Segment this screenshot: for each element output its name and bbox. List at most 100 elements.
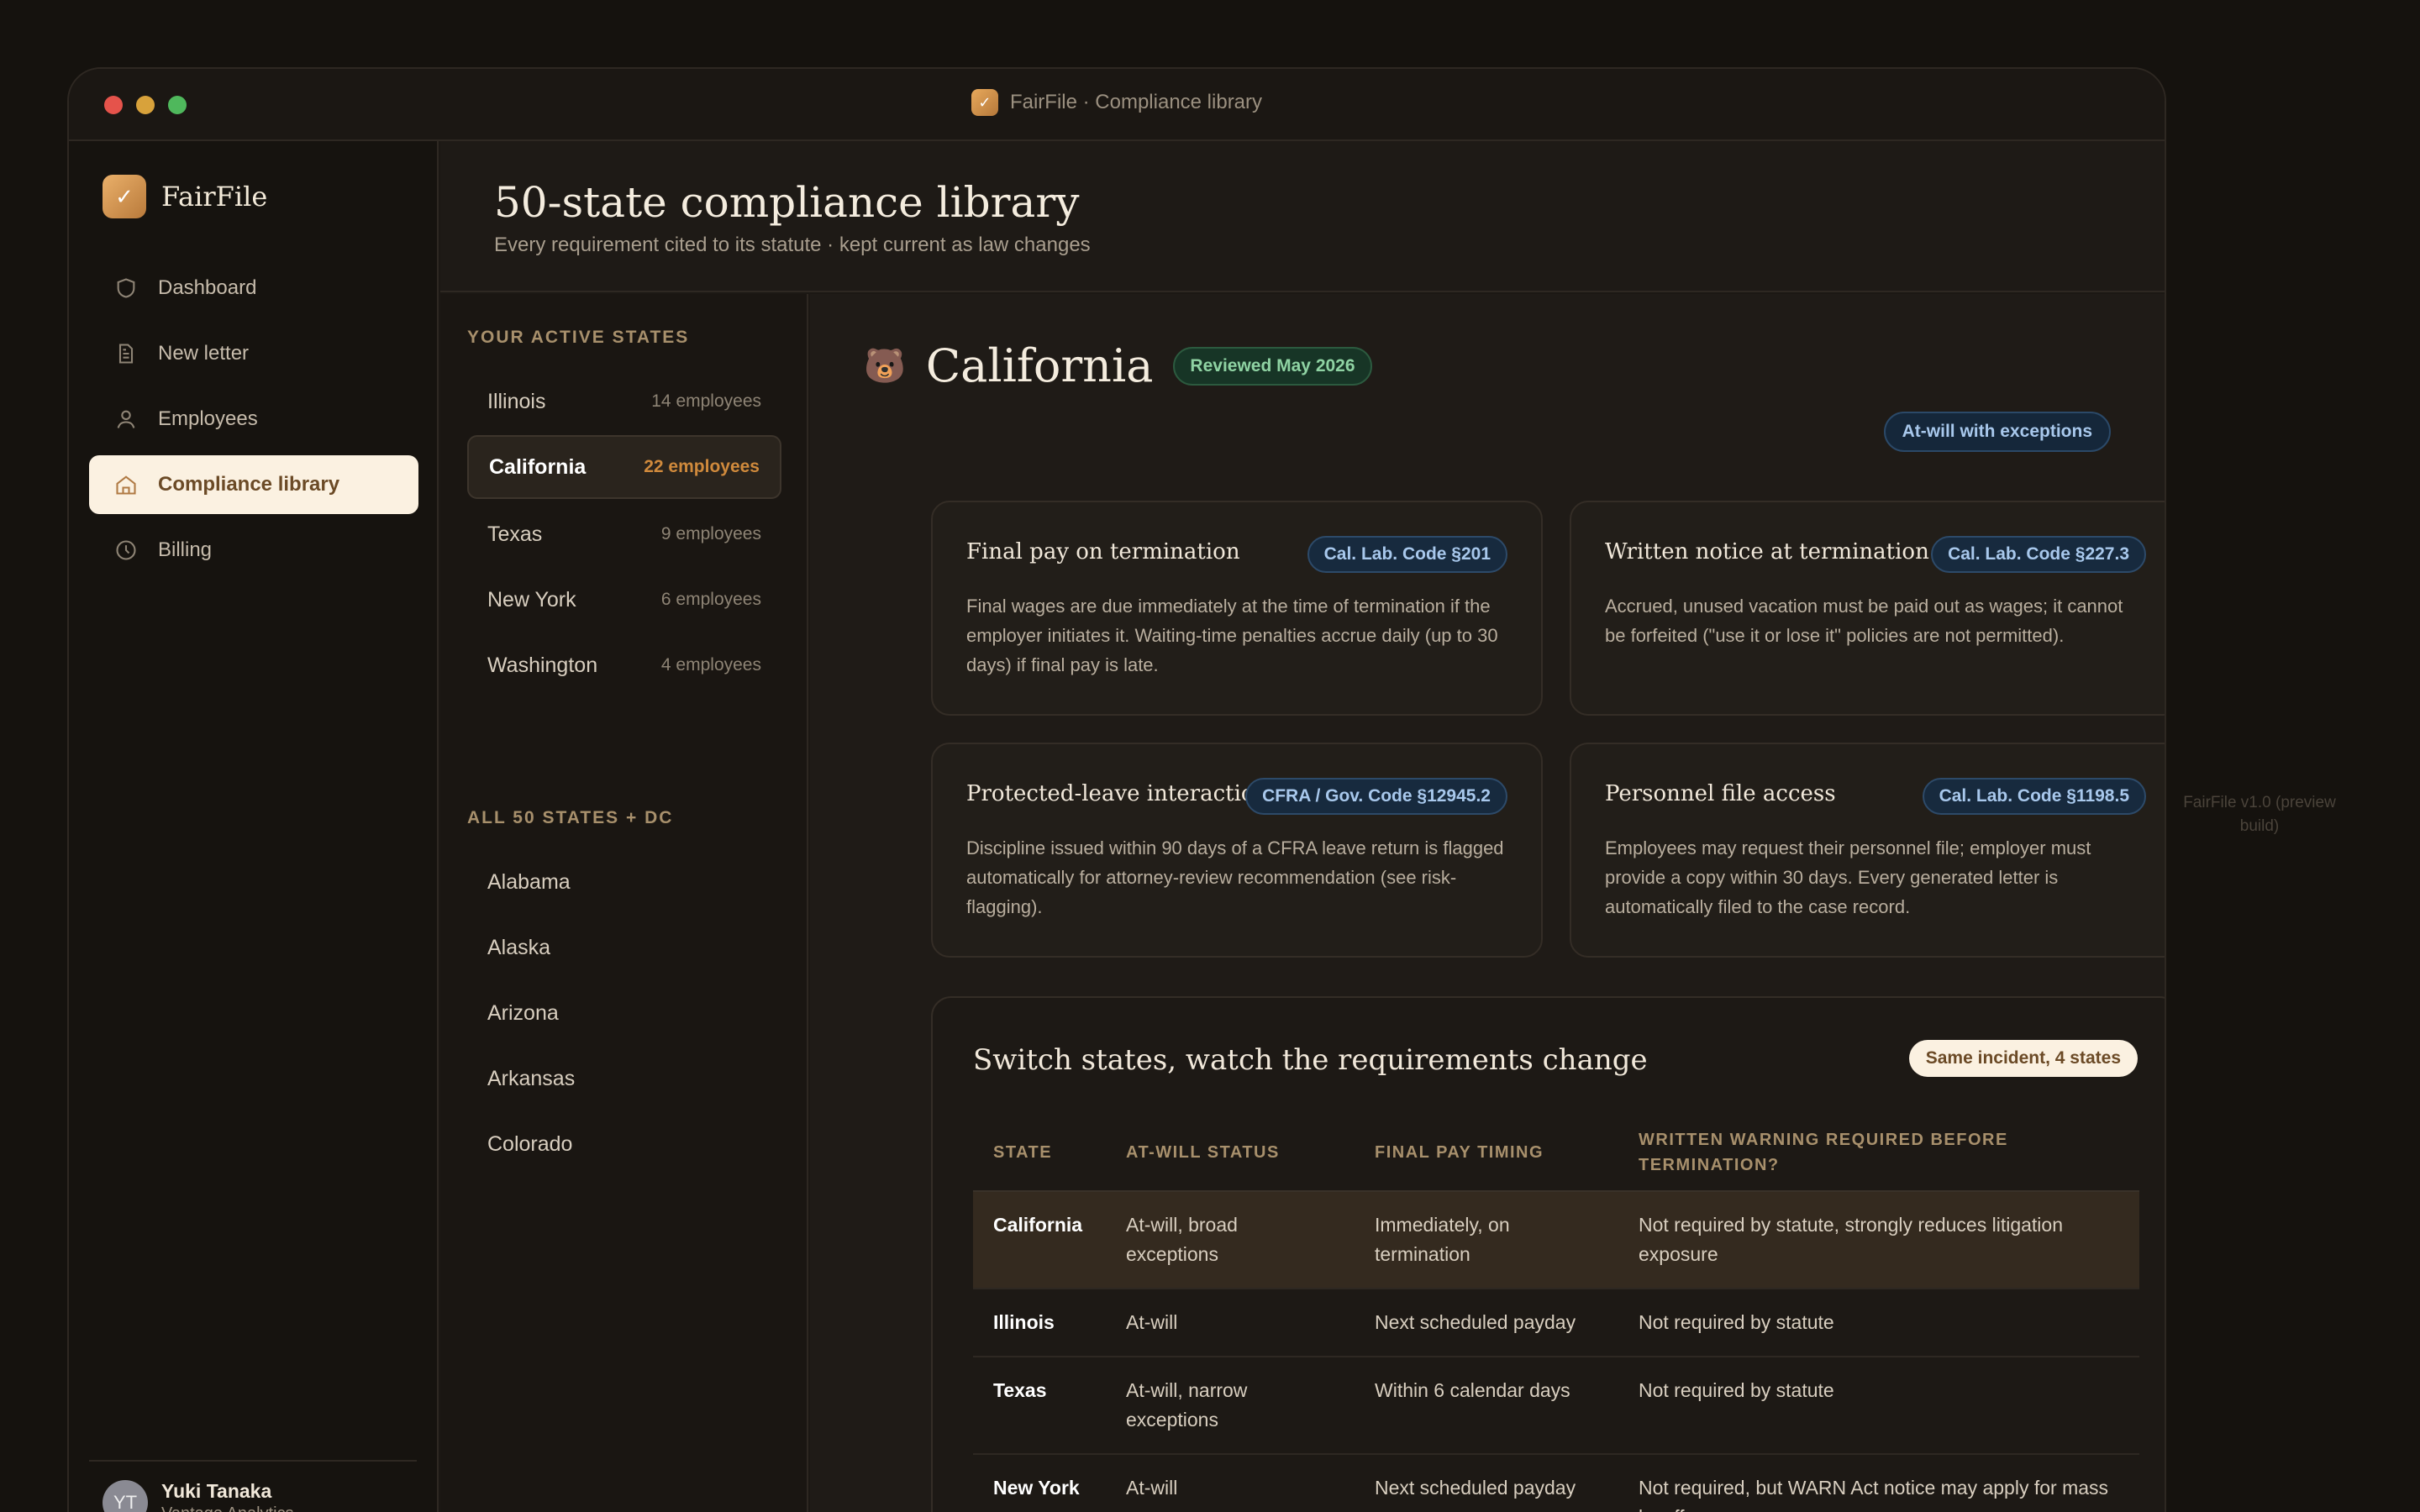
active-states-label: YOUR ACTIVE STATES	[467, 328, 690, 347]
states-list: YOUR ACTIVE STATES Illinois 14 employees…	[440, 294, 808, 1512]
state-name: Colorado	[487, 1131, 573, 1156]
employee-count: 6 employees	[660, 590, 761, 609]
state-item-arizona[interactable]: Arizona	[467, 981, 781, 1045]
sidebar-item-dashboard[interactable]: Dashboard	[89, 259, 418, 318]
employee-count: 4 employees	[660, 655, 761, 675]
user-profile[interactable]: YT Yuki Tanaka Vantage Analytics	[89, 1460, 417, 1512]
brand[interactable]: ✓ FairFile	[103, 175, 267, 218]
window-title: ✓ FairFile · Compliance library	[69, 89, 2165, 116]
cell-at-will-status: At-will	[1106, 1454, 1355, 1512]
user-name: Yuki Tanaka	[161, 1480, 272, 1502]
column-header-written-warning: WRITTEN WARNING REQUIRED BEFORE TERMINAT…	[1618, 1116, 2139, 1192]
sidebar-item-label: Employees	[158, 407, 258, 430]
title-bar: ✓ FairFile · Compliance library	[69, 69, 2165, 141]
state-name: Arizona	[487, 1000, 559, 1025]
column-header-at-will-status: AT-WILL STATUS	[1106, 1116, 1355, 1192]
cell-at-will-status: At-will	[1106, 1289, 1355, 1357]
cell-state: Illinois	[973, 1289, 1106, 1357]
sidebar-item-employees[interactable]: Employees	[89, 390, 418, 449]
page-header: 50-state compliance library	[440, 141, 2165, 292]
state-name: Arkansas	[487, 1066, 576, 1090]
state-name: New York	[487, 587, 576, 612]
avatar: YT	[103, 1480, 148, 1512]
card-title: Personnel file access	[1605, 781, 1836, 806]
comparison-table: STATE AT-WILL STATUS FINAL PAY TIMING WR…	[973, 1116, 2139, 1512]
app-window: ✓ FairFile · Compliance library ✓ FairFi…	[67, 67, 2166, 1512]
all-states-label: ALL 50 STATES + DC	[467, 808, 674, 827]
table-row[interactable]: Texas At-will, narrow exceptions Within …	[973, 1357, 2139, 1455]
sidebar: ✓ FairFile Dashboard New letter Employee…	[69, 141, 439, 1512]
cell-state: New York	[973, 1454, 1106, 1512]
state-title: California	[925, 339, 1154, 392]
state-name: California	[489, 454, 587, 479]
home-icon	[116, 475, 136, 495]
statute-citation-badge[interactable]: Cal. Lab. Code §1198.5	[1922, 778, 2146, 815]
sidebar-item-label: Billing	[158, 538, 213, 561]
sidebar-item-billing[interactable]: Billing	[89, 521, 418, 580]
requirement-card-final-pay: Final pay on termination Cal. Lab. Code …	[931, 501, 1543, 716]
state-item-texas[interactable]: Texas 9 employees	[467, 502, 781, 566]
sidebar-item-label: Compliance library	[158, 473, 340, 496]
state-detail-panel: 🐻 California Reviewed May 2026 At-will w…	[810, 294, 2165, 1512]
state-heading: 🐻 California Reviewed May 2026	[864, 339, 1372, 392]
person-icon	[117, 410, 135, 428]
cell-written-warning: Not required, but WARN Act notice may ap…	[1618, 1454, 2139, 1512]
state-comparison-panel: Switch states, watch the requirements ch…	[931, 996, 2165, 1512]
state-item-washington[interactable]: Washington 4 employees	[467, 633, 781, 697]
version-footnote: FairFile v1.0 (preview build)	[2183, 794, 2336, 835]
brand-name: FairFile	[161, 181, 268, 213]
comparison-title: Switch states, watch the requirements ch…	[973, 1043, 1648, 1077]
state-name: Alaska	[487, 935, 551, 959]
sidebar-item-label: Dashboard	[158, 276, 257, 299]
cell-final-pay-timing: Within 6 calendar days	[1355, 1357, 1618, 1455]
cell-final-pay-timing: Immediately, on termination	[1355, 1191, 1618, 1289]
sidebar-nav: Dashboard New letter Employees Complianc…	[89, 259, 418, 586]
table-row[interactable]: California At-will, broad exceptions Imm…	[973, 1191, 2139, 1289]
cell-final-pay-timing: Next scheduled payday	[1355, 1289, 1618, 1357]
card-body: Discipline issued within 90 days of a CF…	[966, 837, 1504, 917]
sidebar-item-compliance-library[interactable]: Compliance library	[89, 455, 418, 514]
reviewed-badge: Reviewed May 2026	[1173, 346, 1372, 386]
state-item-colorado[interactable]: Colorado	[467, 1112, 781, 1176]
page-title: 50-state compliance library	[494, 178, 1080, 227]
column-header-state: STATE	[973, 1116, 1106, 1192]
document-icon	[118, 344, 134, 364]
checkmark-logo-icon: ✓	[103, 175, 146, 218]
sidebar-item-new-letter[interactable]: New letter	[89, 324, 418, 383]
employee-count: 9 employees	[660, 524, 761, 543]
state-item-illinois[interactable]: Illinois 14 employees	[467, 370, 781, 433]
page-subtitle: Every requirement cited to its statute ·…	[494, 234, 1091, 256]
cell-state: Texas	[973, 1357, 1106, 1455]
state-name: Washington	[487, 653, 598, 677]
state-name: Texas	[487, 522, 543, 546]
cell-at-will-status: At-will, narrow exceptions	[1106, 1357, 1355, 1455]
sidebar-item-label: New letter	[158, 342, 250, 365]
employee-count: 22 employees	[644, 457, 760, 476]
state-item-california[interactable]: California 22 employees	[467, 435, 781, 499]
statute-citation-badge[interactable]: Cal. Lab. Code §227.3	[1931, 536, 2146, 573]
cell-final-pay-timing: Next scheduled payday	[1355, 1454, 1618, 1512]
state-name: Alabama	[487, 869, 571, 894]
table-row[interactable]: Illinois At-will Next scheduled payday N…	[973, 1289, 2139, 1357]
at-will-status-badge: At-will with exceptions	[1883, 412, 2111, 452]
bear-icon: 🐻	[864, 348, 906, 385]
state-item-arkansas[interactable]: Arkansas	[467, 1047, 781, 1110]
cell-state: California	[973, 1191, 1106, 1289]
state-item-new-york[interactable]: New York 6 employees	[467, 568, 781, 632]
state-item-alabama[interactable]: Alabama	[467, 850, 781, 914]
table-header-row: STATE AT-WILL STATUS FINAL PAY TIMING WR…	[973, 1116, 2139, 1192]
requirement-card-personnel-file: Personnel file access Cal. Lab. Code §11…	[1570, 743, 2165, 958]
table-row[interactable]: New York At-will Next scheduled payday N…	[973, 1454, 2139, 1512]
state-item-alaska[interactable]: Alaska	[467, 916, 781, 979]
statute-citation-badge[interactable]: Cal. Lab. Code §201	[1307, 536, 1507, 573]
cell-written-warning: Not required by statute, strongly reduce…	[1618, 1191, 2139, 1289]
card-title: Written notice at termination	[1605, 539, 1929, 564]
cell-at-will-status: At-will, broad exceptions	[1106, 1191, 1355, 1289]
requirement-card-written-notice: Written notice at termination Cal. Lab. …	[1570, 501, 2165, 716]
cell-written-warning: Not required by statute	[1618, 1357, 2139, 1455]
card-title: Final pay on termination	[966, 539, 1240, 564]
statute-citation-badge[interactable]: CFRA / Gov. Code §12945.2	[1245, 778, 1507, 815]
comparison-badge: Same incident, 4 states	[1908, 1040, 2138, 1077]
column-header-final-pay-timing: FINAL PAY TIMING	[1355, 1116, 1618, 1192]
checkmark-logo-icon: ✓	[971, 89, 998, 116]
